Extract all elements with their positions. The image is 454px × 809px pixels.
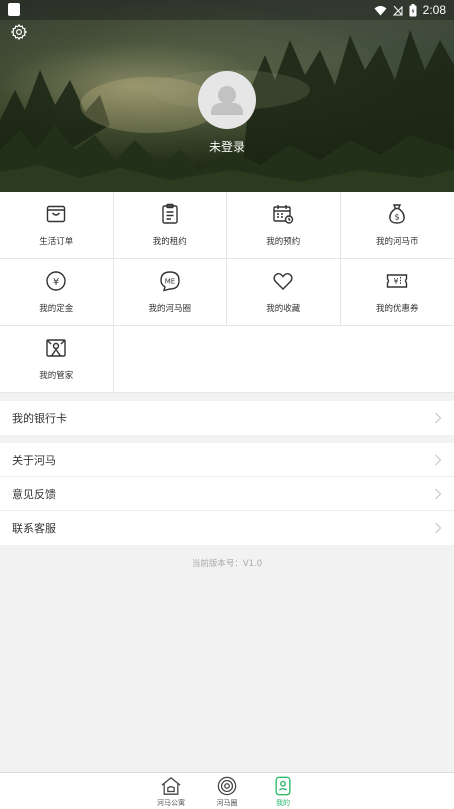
house-icon bbox=[161, 777, 181, 795]
svg-text:ME: ME bbox=[165, 278, 175, 286]
menu-item-label: 意见反馈 bbox=[12, 487, 56, 501]
tab-apartments[interactable]: 河马公寓 bbox=[155, 773, 187, 809]
grid-item-my-housekeeper[interactable]: 我的管家 bbox=[0, 326, 114, 392]
battery-icon bbox=[409, 3, 417, 16]
grid-item-label: 我的管家 bbox=[39, 371, 74, 381]
no-signal-icon bbox=[392, 5, 403, 15]
grid-item-label: 我的预约 bbox=[266, 237, 301, 247]
grid-item-my-deposit[interactable]: ¥ 我的定金 bbox=[0, 259, 114, 325]
housekeeper-icon bbox=[46, 339, 66, 357]
menu-item-label: 关于河马 bbox=[12, 453, 56, 467]
avatar[interactable] bbox=[198, 71, 256, 129]
wifi-icon bbox=[374, 5, 387, 15]
bottom-tab-bar: 河马公寓 河马圈 我的 bbox=[0, 772, 454, 809]
chevron-right-icon bbox=[435, 454, 442, 465]
grid-item-label: 我的租约 bbox=[152, 237, 187, 247]
grid-item-label: 我的收藏 bbox=[266, 304, 301, 314]
coupon-icon: ¥ bbox=[387, 274, 408, 288]
menu-item-label: 联系客服 bbox=[12, 522, 56, 535]
grid-item-my-coupons[interactable]: ¥ 我的优惠券 bbox=[341, 259, 454, 325]
notification-icon bbox=[8, 3, 20, 16]
grid-item-my-lease[interactable]: 我的租约 bbox=[114, 192, 227, 258]
menu-item-contact-support[interactable]: 联系客服 bbox=[0, 511, 454, 545]
grid-item-label: 生活订单 bbox=[39, 237, 74, 247]
feature-grid: 生活订单 我的租约 我的预约 $ 我的河马币 ¥ 我的定金 ME 我的河马圈 我… bbox=[0, 192, 454, 393]
menu-item-feedback[interactable]: 意见反馈 bbox=[0, 477, 454, 511]
tab-mine[interactable]: 我的 bbox=[267, 773, 299, 809]
grid-item-my-favorites[interactable]: 我的收藏 bbox=[227, 259, 341, 325]
menu-item-about[interactable]: 关于河马 bbox=[0, 443, 454, 477]
grid-item-my-appointments[interactable]: 我的预约 bbox=[227, 192, 341, 258]
bank-card-item[interactable]: 我的银行卡 bbox=[0, 401, 454, 435]
bank-card-section: 我的银行卡 bbox=[0, 401, 454, 435]
status-bar: 2:08 bbox=[0, 0, 454, 20]
heart-icon bbox=[273, 273, 293, 290]
bank-card-label: 我的银行卡 bbox=[12, 412, 67, 425]
grid-item-my-circle[interactable]: ME 我的河马圈 bbox=[114, 259, 227, 325]
target-circle-icon bbox=[217, 776, 237, 796]
svg-text:¥: ¥ bbox=[53, 277, 59, 288]
grid-empty-space bbox=[114, 326, 454, 392]
settings-menu: 关于河马 意见反馈 联系客服 bbox=[0, 443, 454, 545]
user-badge-icon bbox=[275, 776, 291, 796]
grid-row: ¥ 我的定金 ME 我的河马圈 我的收藏 ¥ 我的优惠券 bbox=[0, 259, 454, 326]
grid-item-label: 我的河马币 bbox=[375, 237, 419, 247]
tab-label: 我的 bbox=[276, 799, 290, 807]
yen-coin-icon: ¥ bbox=[46, 271, 66, 291]
grid-item-label: 我的河马圈 bbox=[148, 304, 191, 314]
login-status-text[interactable]: 未登录 bbox=[0, 138, 454, 155]
svg-text:$: $ bbox=[395, 213, 400, 222]
chevron-right-icon bbox=[435, 412, 442, 424]
default-user-icon bbox=[211, 86, 243, 115]
status-time: 2:08 bbox=[422, 3, 446, 17]
profile-header: 2:08 未登录 bbox=[0, 0, 454, 192]
calendar-clock-icon bbox=[273, 205, 294, 224]
grid-row: 我的管家 bbox=[0, 326, 454, 393]
grid-item-life-orders[interactable]: 生活订单 bbox=[0, 192, 114, 258]
chevron-right-icon bbox=[435, 522, 442, 534]
bag-icon bbox=[47, 205, 66, 223]
chevron-right-icon bbox=[435, 488, 442, 499]
clipboard-icon bbox=[162, 203, 178, 224]
version-text: 当前版本号：V1.0 bbox=[191, 559, 263, 569]
money-bag-icon: $ bbox=[389, 204, 406, 224]
tab-label: 河马公寓 bbox=[157, 799, 185, 807]
grid-row: 生活订单 我的租约 我的预约 $ 我的河马币 bbox=[0, 192, 454, 259]
tab-circle[interactable]: 河马圈 bbox=[211, 773, 243, 809]
me-chat-icon: ME bbox=[160, 271, 180, 292]
svg-text:¥: ¥ bbox=[394, 277, 399, 286]
tab-label: 河马圈 bbox=[216, 799, 238, 807]
grid-item-label: 我的优惠券 bbox=[375, 304, 419, 314]
grid-item-my-coins[interactable]: $ 我的河马币 bbox=[341, 192, 454, 258]
settings-gear-icon[interactable] bbox=[10, 23, 28, 41]
grid-item-label: 我的定金 bbox=[39, 304, 74, 314]
